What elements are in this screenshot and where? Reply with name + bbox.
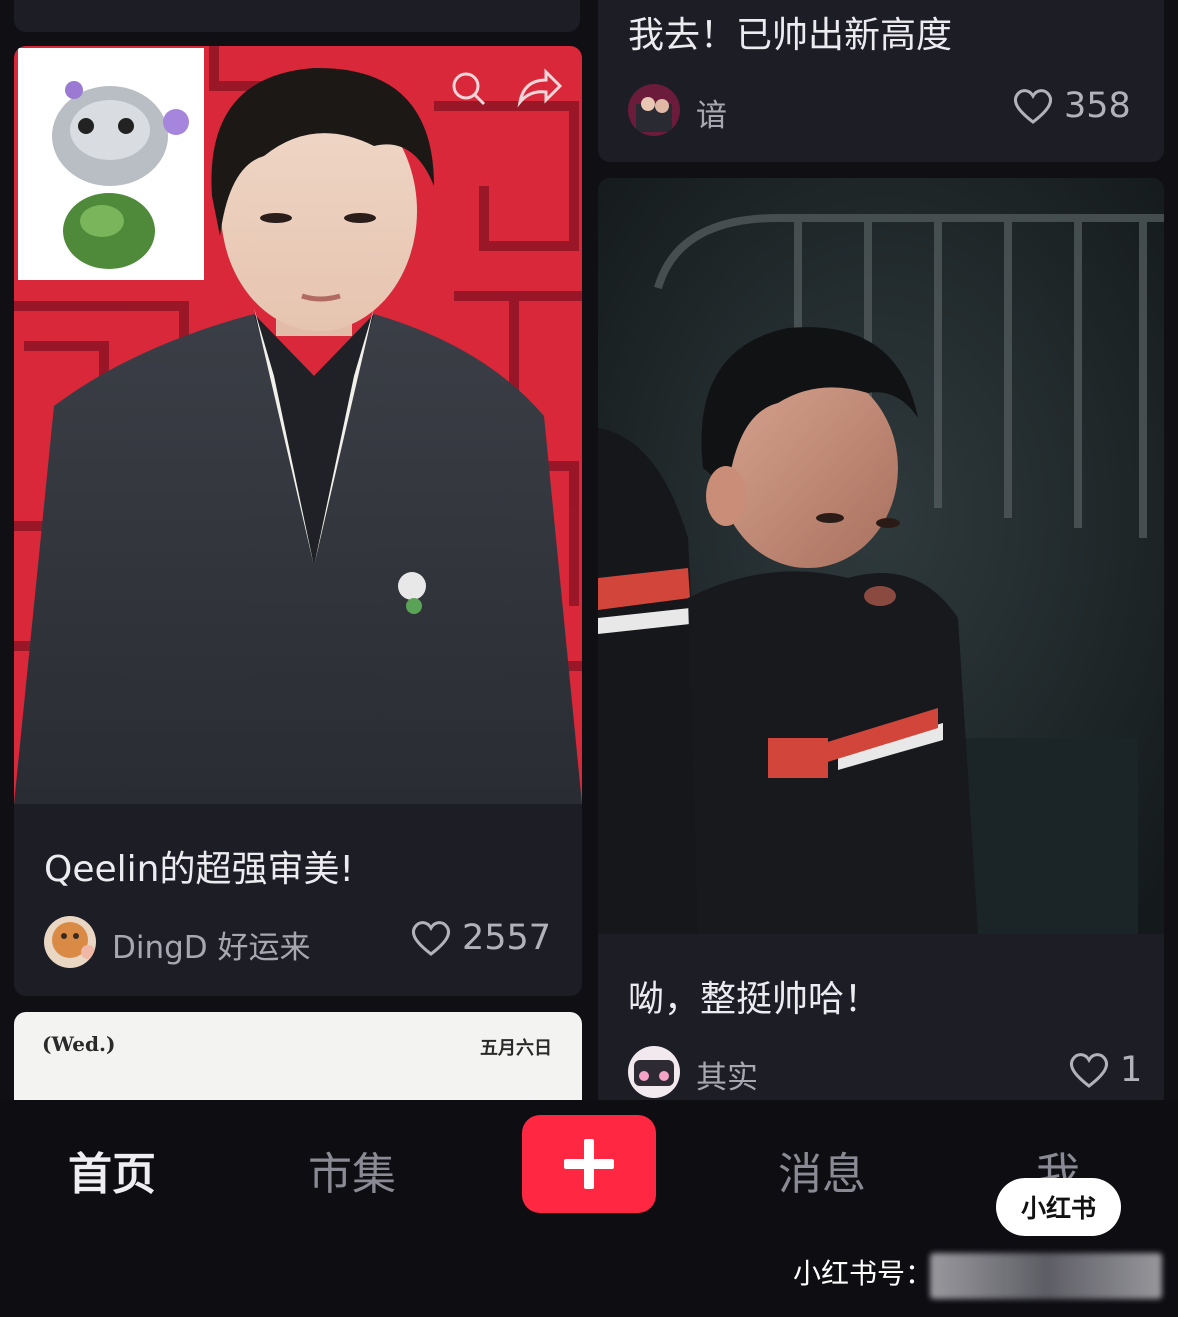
feed-card-calendar[interactable]: (Wed.) 五月六日 bbox=[14, 1012, 582, 1100]
feed-card-qeelin[interactable]: Qeelin的超强审美! DingD 好运来 2557 bbox=[14, 46, 582, 996]
xiaohongshu-logo-badge: 小红书 bbox=[996, 1178, 1121, 1236]
avatar[interactable] bbox=[628, 84, 680, 136]
like-button[interactable]: 1 bbox=[1068, 1050, 1142, 1090]
like-count: 2557 bbox=[462, 918, 552, 958]
feed-card-top-right[interactable]: 我去！已帅出新高度 谙 358 bbox=[598, 0, 1164, 162]
bottom-tab-bar: 首页 市集 消息 我 小红书 小红书号： bbox=[0, 1100, 1178, 1317]
redacted-id bbox=[930, 1253, 1162, 1299]
like-count: 358 bbox=[1064, 86, 1131, 126]
like-button[interactable]: 358 bbox=[1012, 86, 1131, 126]
calendar-date: 五月六日 bbox=[480, 1038, 552, 1059]
post-cover-image[interactable] bbox=[598, 178, 1164, 934]
heart-icon bbox=[1069, 1053, 1109, 1088]
like-button[interactable]: 2557 bbox=[410, 918, 551, 958]
tab-market[interactable]: 市集 bbox=[308, 1138, 396, 1202]
avatar[interactable] bbox=[628, 1046, 680, 1098]
feed-card-partial[interactable] bbox=[14, 0, 580, 32]
feed-card-yo[interactable]: 呦，整挺帅哈！ 其实 1 bbox=[598, 178, 1164, 1100]
publish-button[interactable] bbox=[522, 1115, 656, 1213]
plus-icon bbox=[564, 1139, 614, 1189]
author-name[interactable]: 其实 bbox=[696, 1052, 758, 1097]
author-name[interactable]: 谙 bbox=[696, 90, 727, 135]
avatar[interactable] bbox=[44, 916, 96, 968]
post-cover-image[interactable] bbox=[14, 46, 582, 804]
tab-messages[interactable]: 消息 bbox=[778, 1138, 866, 1202]
author-name[interactable]: DingD 好运来 bbox=[112, 922, 311, 967]
heart-icon bbox=[1013, 89, 1053, 124]
xiaohongshu-id-label: 小红书号： bbox=[793, 1257, 934, 1290]
like-count: 1 bbox=[1120, 1050, 1143, 1090]
post-title[interactable]: 我去！已帅出新高度 bbox=[628, 6, 952, 58]
calendar-day: (Wed.) bbox=[42, 1032, 116, 1056]
feed: Qeelin的超强审美! DingD 好运来 2557 (Wed.) 五月六日 … bbox=[0, 0, 1178, 1100]
post-title[interactable]: Qeelin的超强审美! bbox=[44, 840, 354, 892]
heart-icon bbox=[411, 921, 451, 956]
post-title[interactable]: 呦，整挺帅哈！ bbox=[628, 970, 880, 1022]
tab-home[interactable]: 首页 bbox=[68, 1138, 156, 1202]
